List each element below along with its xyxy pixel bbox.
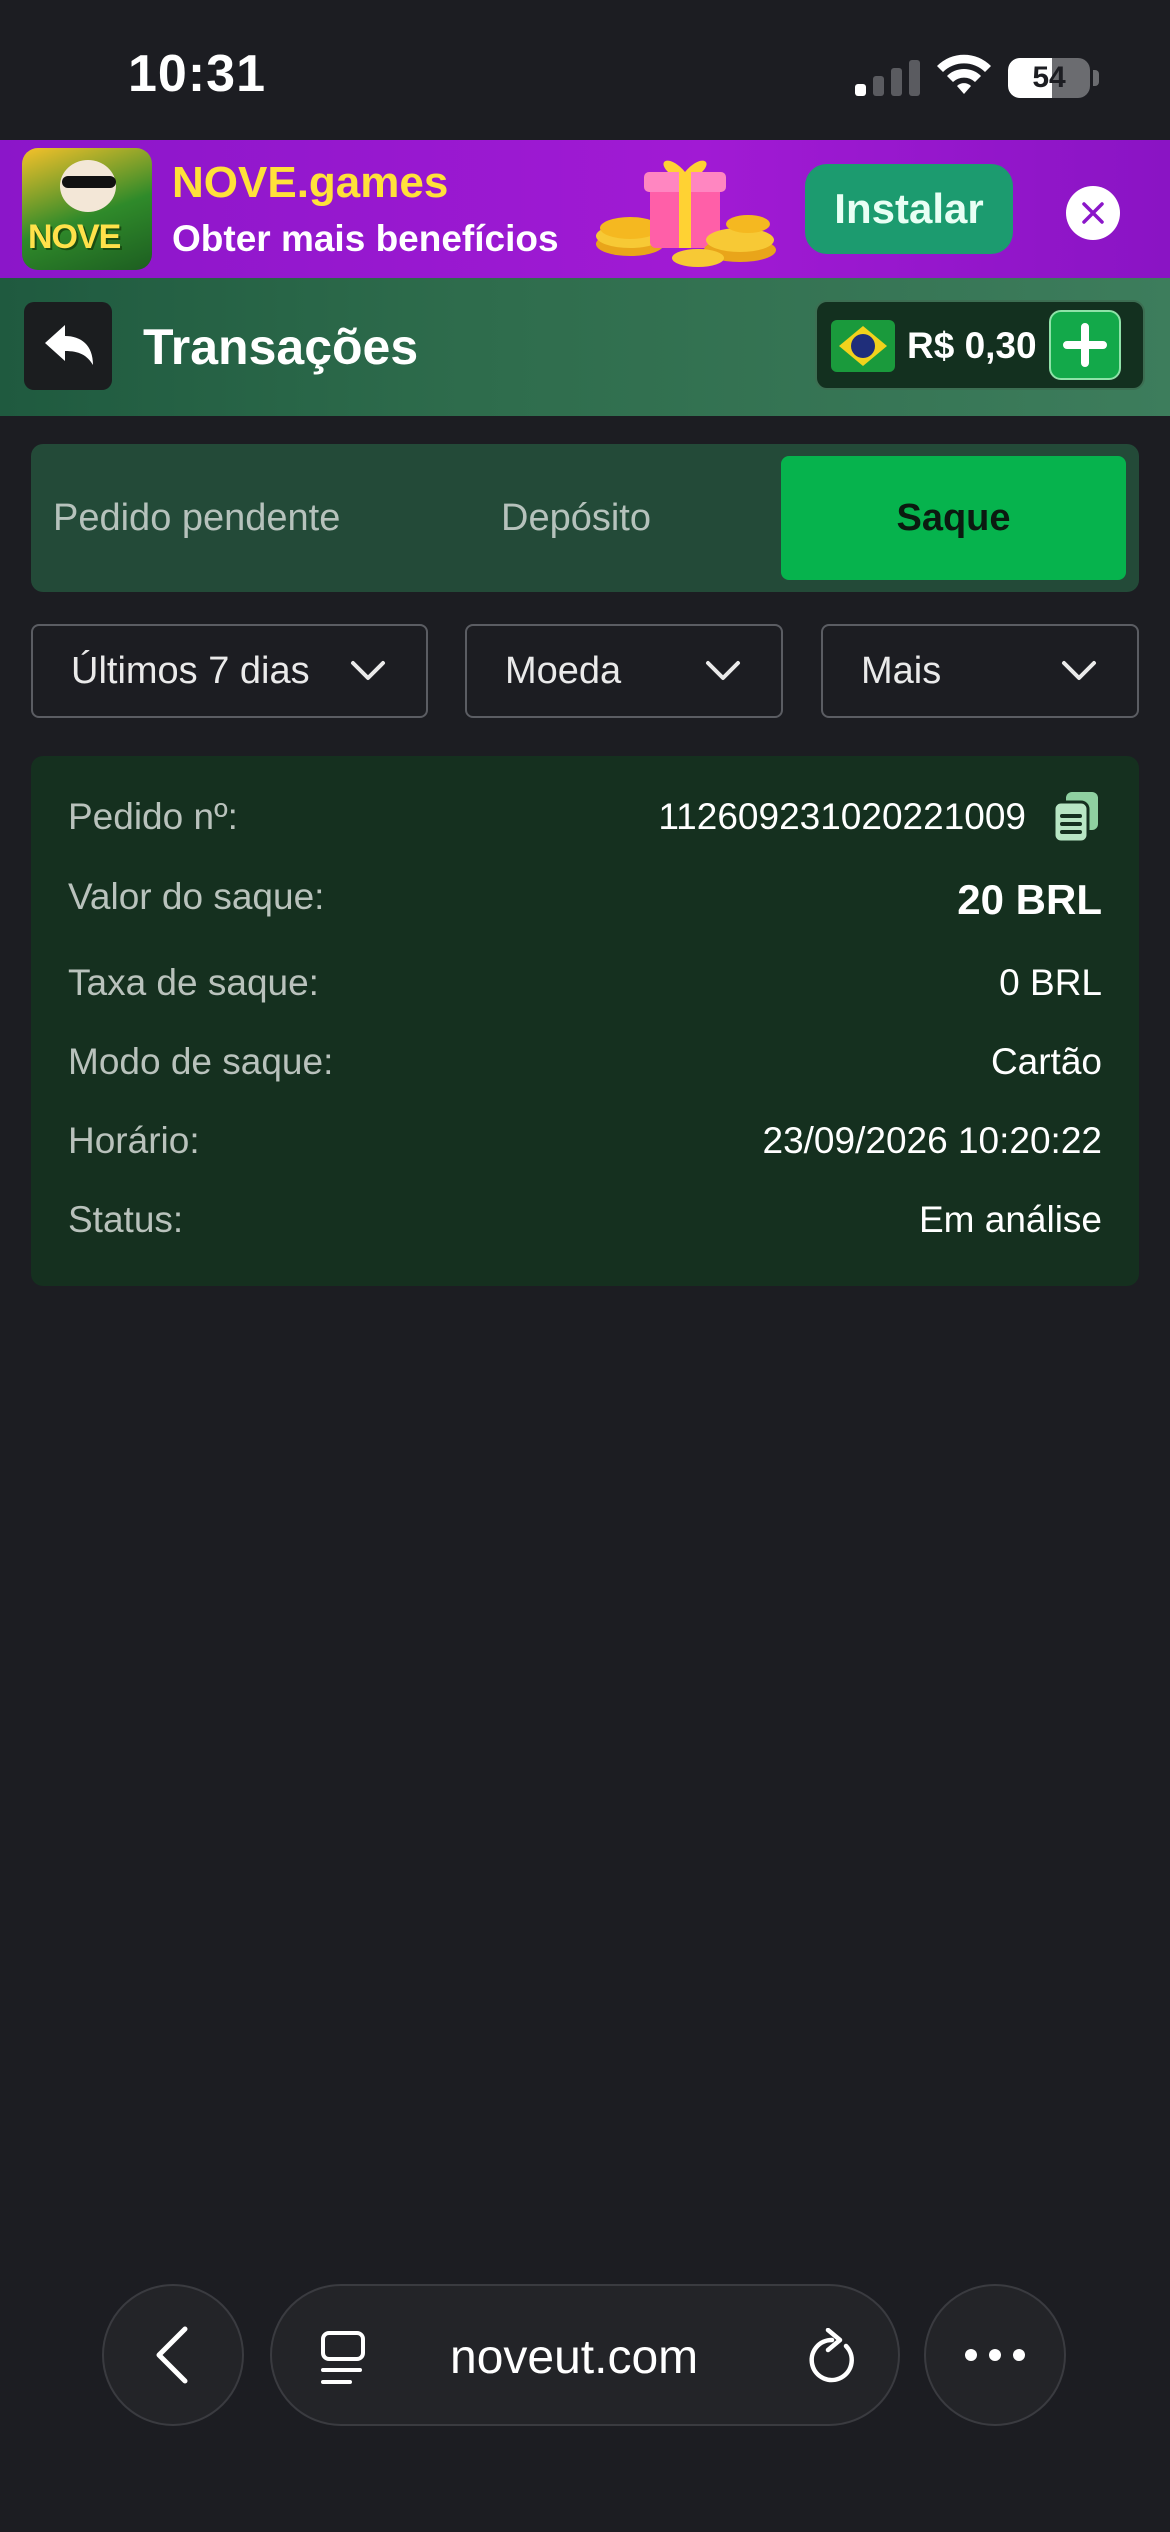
withdrawal-mode-label: Modo de saque: <box>68 1041 334 1082</box>
withdrawal-amount-row: Valor do saque: 20 BRL <box>68 876 1102 936</box>
status-bar: 10:31 54 <box>0 0 1170 140</box>
withdrawal-mode-row: Modo de saque: Cartão <box>68 1041 1102 1101</box>
reload-icon[interactable] <box>802 2328 858 2386</box>
cellular-signal-icon <box>855 58 920 96</box>
balance-widget: R$ 0,30 <box>815 300 1145 390</box>
chevron-left-icon <box>156 2326 188 2384</box>
gift-coins-icon <box>596 160 776 267</box>
back-button[interactable] <box>24 302 112 390</box>
withdrawal-amount-label: Valor do saque: <box>68 876 325 917</box>
tab-pending-order[interactable]: Pedido pendente <box>53 444 340 592</box>
more-filter[interactable]: Mais <box>821 624 1139 718</box>
balance-amount: R$ 0,30 <box>907 325 1037 366</box>
date-range-filter[interactable]: Últimos 7 dias <box>31 624 428 718</box>
deposit-add-button[interactable] <box>1049 310 1121 380</box>
tab-withdrawal[interactable]: Saque <box>781 456 1126 580</box>
withdrawal-fee-value: 0 BRL <box>999 962 1102 1003</box>
time-value: 23/09/2026 10:20:22 <box>762 1120 1103 1161</box>
page-header: Transações R$ 0,30 <box>0 278 1170 416</box>
plus-icon <box>1063 323 1107 367</box>
browser-back-button[interactable] <box>102 2284 244 2426</box>
transaction-card: Pedido nº: 112609231020221009 Valor do s… <box>31 756 1139 1286</box>
withdrawal-fee-label: Taxa de saque: <box>68 962 319 1003</box>
chevron-down-icon <box>1062 661 1096 680</box>
tab-deposit[interactable]: Depósito <box>501 444 651 592</box>
nove-games-logo: NOVE <box>22 148 152 270</box>
status-value: Em análise <box>918 1199 1102 1240</box>
promo-title: NOVE.games <box>172 158 449 207</box>
more-label: Mais <box>861 649 942 692</box>
close-banner-button[interactable] <box>1066 186 1120 240</box>
back-arrow-icon <box>45 325 93 365</box>
chevron-down-icon <box>706 661 740 680</box>
withdrawal-amount-value: 20 BRL <box>957 876 1102 923</box>
date-range-label: Últimos 7 dias <box>71 649 310 692</box>
order-number-value: 112609231020221009 <box>658 796 1026 837</box>
battery-icon: 54 <box>1008 58 1090 98</box>
chevron-down-icon <box>351 661 385 680</box>
time-label: Horário: <box>68 1120 200 1161</box>
more-dots-icon <box>965 2349 1025 2361</box>
promo-subtitle: Obter mais benefícios <box>172 218 559 259</box>
currency-filter[interactable]: Moeda <box>465 624 783 718</box>
order-number-label: Pedido nº: <box>68 796 238 837</box>
withdrawal-fee-row: Taxa de saque: 0 BRL <box>68 962 1102 1022</box>
status-row: Status: Em análise <box>68 1199 1102 1259</box>
wifi-icon <box>937 54 991 94</box>
more-options-button[interactable] <box>924 2284 1066 2426</box>
install-promo-banner: NOVE NOVE.games Obter mais benefícios In… <box>0 140 1170 278</box>
withdrawal-mode-value: Cartão <box>990 1041 1102 1082</box>
time-row: Horário: 23/09/2026 10:20:22 <box>68 1120 1102 1180</box>
install-button[interactable]: Instalar <box>805 164 1013 254</box>
tabs-icon <box>321 2331 365 2384</box>
battery-level: 54 <box>1032 61 1066 94</box>
page-title: Transações <box>143 319 419 375</box>
status-label: Status: <box>68 1199 184 1240</box>
url-text: noveut.com <box>450 2331 699 2384</box>
brazil-flag-icon <box>831 320 895 372</box>
order-number-row: Pedido nº: 112609231020221009 <box>68 792 1102 856</box>
close-icon <box>1082 202 1104 224</box>
transaction-tabs: Pedido pendente Depósito Saque <box>31 444 1139 592</box>
copy-icon[interactable] <box>1050 790 1102 844</box>
currency-label: Moeda <box>505 649 622 692</box>
address-bar[interactable]: noveut.com <box>270 2284 900 2426</box>
status-time: 10:31 <box>128 45 266 103</box>
